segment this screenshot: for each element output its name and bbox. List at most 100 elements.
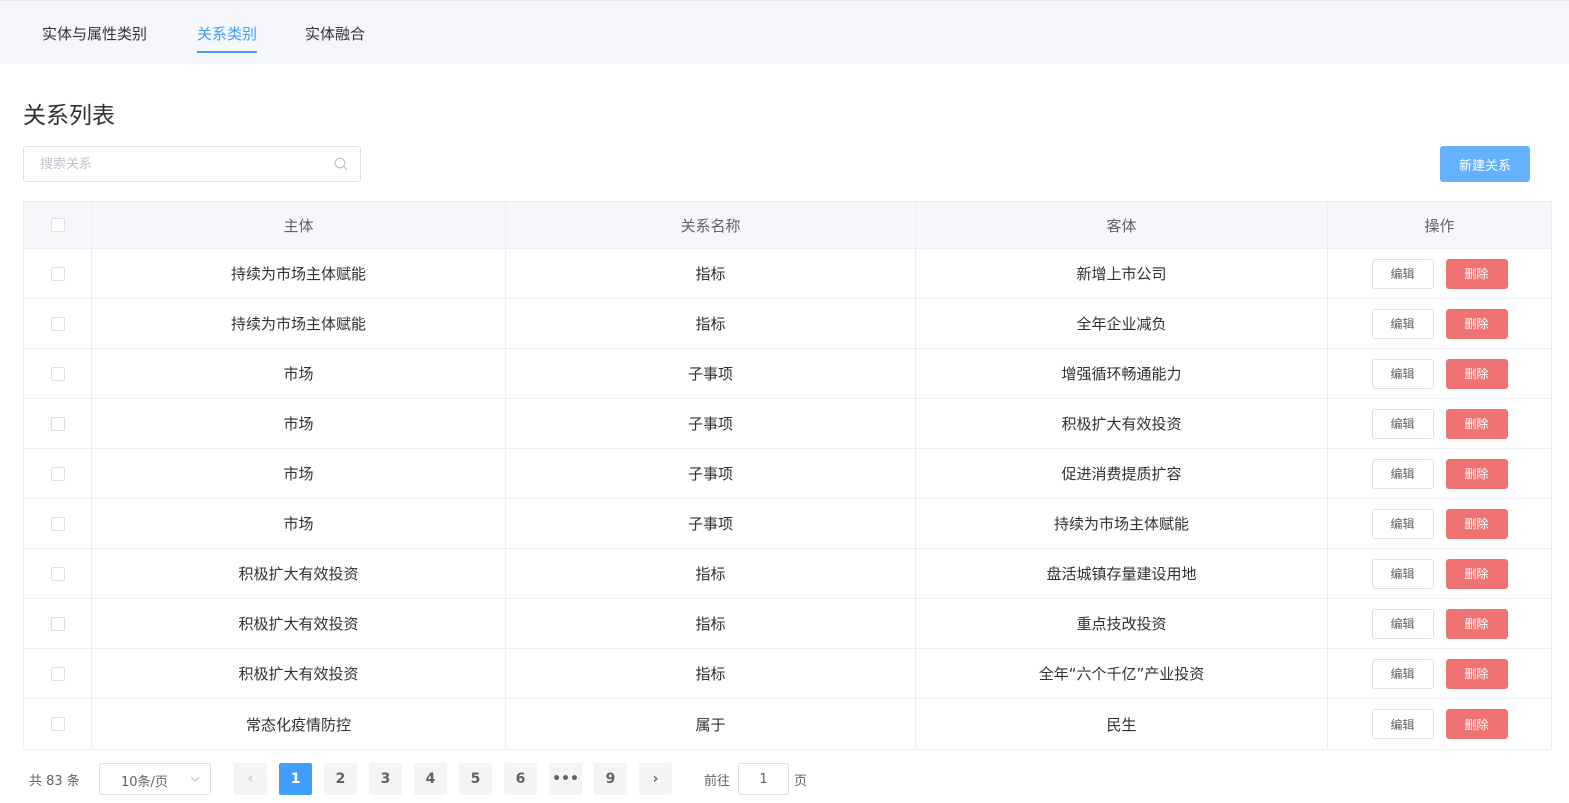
select-cell — [24, 249, 92, 298]
delete-button[interactable]: 删除 — [1445, 408, 1508, 439]
tab-relation-category[interactable]: 关系类别 — [197, 23, 258, 53]
subject-cell: 积极扩大有效投资 — [92, 549, 506, 598]
edit-button[interactable]: 编辑 — [1371, 358, 1434, 389]
delete-button[interactable]: 删除 — [1445, 358, 1508, 389]
tab-entity-fusion[interactable]: 实体融合 — [305, 23, 365, 53]
goto-label: 前往 — [704, 774, 731, 789]
edit-button[interactable]: 编辑 — [1371, 308, 1434, 339]
edit-button[interactable]: 编辑 — [1371, 658, 1434, 689]
edit-button[interactable]: 编辑 — [1371, 558, 1434, 589]
row-checkbox[interactable] — [50, 266, 65, 281]
object-cell: 重点技改投资 — [916, 599, 1328, 648]
page-button-3[interactable]: 3 — [369, 763, 402, 795]
actions-cell: 编辑 删除 — [1328, 549, 1551, 598]
edit-button[interactable]: 编辑 — [1371, 709, 1434, 739]
tab-entity-attribute-category[interactable]: 实体与属性类别 — [42, 23, 147, 53]
new-relation-button[interactable]: 新建关系 — [1440, 146, 1530, 182]
delete-button[interactable]: 删除 — [1445, 308, 1508, 339]
relation-name-cell: 指标 — [506, 249, 916, 298]
delete-button[interactable]: 删除 — [1445, 709, 1508, 739]
subject-cell: 积极扩大有效投资 — [92, 599, 506, 648]
table-row: 持续为市场主体赋能 指标 全年企业减负 编辑 删除 — [24, 299, 1551, 349]
delete-button[interactable]: 删除 — [1445, 558, 1508, 589]
more-pages-button[interactable]: ••• — [549, 763, 582, 795]
table-row: 市场 子事项 持续为市场主体赋能 编辑 删除 — [24, 499, 1551, 549]
search-box — [23, 146, 361, 182]
actions-cell: 编辑 删除 — [1328, 399, 1551, 448]
page-size-select[interactable]: 10条/页 — [99, 763, 211, 795]
object-cell: 民生 — [916, 699, 1328, 749]
actions-cell: 编辑 删除 — [1328, 449, 1551, 498]
row-checkbox[interactable] — [50, 717, 65, 731]
object-cell: 持续为市场主体赋能 — [916, 499, 1328, 548]
delete-button[interactable]: 删除 — [1445, 458, 1508, 489]
page-button-4[interactable]: 4 — [414, 763, 447, 795]
subject-cell: 常态化疫情防控 — [92, 699, 506, 749]
table-row: 常态化疫情防控 属于 民生 编辑 删除 — [24, 699, 1551, 749]
search-input[interactable] — [24, 147, 340, 181]
page-button-2[interactable]: 2 — [324, 763, 357, 795]
relation-name-cell: 属于 — [506, 699, 916, 749]
relation-name-cell: 子事项 — [506, 499, 916, 548]
page-button-6[interactable]: 6 — [504, 763, 537, 795]
relation-name-cell: 指标 — [506, 549, 916, 598]
page-button-1[interactable]: 1 — [279, 763, 312, 795]
edit-button[interactable]: 编辑 — [1371, 608, 1434, 639]
goto-page-input[interactable] — [738, 763, 789, 795]
object-cell: 新增上市公司 — [916, 249, 1328, 298]
subject-cell: 持续为市场主体赋能 — [92, 299, 506, 348]
prev-page-button[interactable]: ‹ — [234, 763, 267, 795]
edit-button[interactable]: 编辑 — [1371, 508, 1434, 539]
subject-cell: 持续为市场主体赋能 — [92, 249, 506, 298]
table-row: 持续为市场主体赋能 指标 新增上市公司 编辑 删除 — [24, 249, 1551, 299]
next-page-button[interactable]: › — [639, 763, 672, 795]
row-checkbox[interactable] — [50, 316, 65, 331]
edit-button[interactable]: 编辑 — [1371, 258, 1434, 289]
table-body: 持续为市场主体赋能 指标 新增上市公司 编辑 删除 持续为市场主体赋能 指标 全年企业减负 编辑… — [24, 249, 1551, 749]
object-cell: 积极扩大有效投资 — [916, 399, 1328, 448]
delete-button[interactable]: 删除 — [1445, 508, 1508, 539]
edit-button[interactable]: 编辑 — [1371, 408, 1434, 439]
table-row: 积极扩大有效投资 指标 盘活城镇存量建设用地 编辑 删除 — [24, 549, 1551, 599]
object-cell: 全年“六个千亿”产业投资 — [916, 649, 1328, 698]
relation-name-cell: 子事项 — [506, 349, 916, 398]
row-checkbox[interactable] — [50, 666, 65, 681]
table-header: 主体 关系名称 客体 操作 — [24, 202, 1551, 249]
select-all-checkbox[interactable] — [50, 218, 65, 232]
row-checkbox[interactable] — [50, 416, 65, 431]
subject-cell: 市场 — [92, 349, 506, 398]
select-cell — [24, 699, 92, 749]
row-checkbox[interactable] — [50, 366, 65, 381]
select-cell — [24, 649, 92, 698]
row-checkbox[interactable] — [50, 566, 65, 581]
actions-cell: 编辑 删除 — [1328, 249, 1551, 298]
subject-cell: 积极扩大有效投资 — [92, 649, 506, 698]
actions-cell: 编辑 删除 — [1328, 349, 1551, 398]
object-cell: 促进消费提质扩容 — [916, 449, 1328, 498]
header-relation-name: 关系名称 — [506, 202, 916, 248]
delete-button[interactable]: 删除 — [1445, 258, 1508, 289]
object-cell: 全年企业减负 — [916, 299, 1328, 348]
table-header-row: 主体 关系名称 客体 操作 — [24, 202, 1551, 249]
actions-cell: 编辑 删除 — [1328, 599, 1551, 648]
delete-button[interactable]: 删除 — [1445, 658, 1508, 689]
search-icon[interactable] — [334, 157, 348, 171]
table-row: 市场 子事项 促进消费提质扩容 编辑 删除 — [24, 449, 1551, 499]
select-cell — [24, 499, 92, 548]
select-cell — [24, 349, 92, 398]
row-checkbox[interactable] — [50, 516, 65, 531]
row-checkbox[interactable] — [50, 466, 65, 481]
delete-button[interactable]: 删除 — [1445, 608, 1508, 639]
pagination: 共 83 条 10条/页 ‹ 1 2 3 4 5 6 ••• 9 › 前往 页 — [0, 760, 1569, 796]
row-checkbox[interactable] — [50, 616, 65, 631]
page-button-9[interactable]: 9 — [594, 763, 627, 795]
relation-name-cell: 指标 — [506, 649, 916, 698]
edit-button[interactable]: 编辑 — [1371, 458, 1434, 489]
page-size-value: 10条/页 — [121, 775, 168, 790]
select-cell — [24, 399, 92, 448]
select-cell — [24, 549, 92, 598]
select-cell — [24, 299, 92, 348]
actions-cell: 编辑 删除 — [1328, 649, 1551, 698]
page-button-5[interactable]: 5 — [459, 763, 492, 795]
subject-cell: 市场 — [92, 449, 506, 498]
